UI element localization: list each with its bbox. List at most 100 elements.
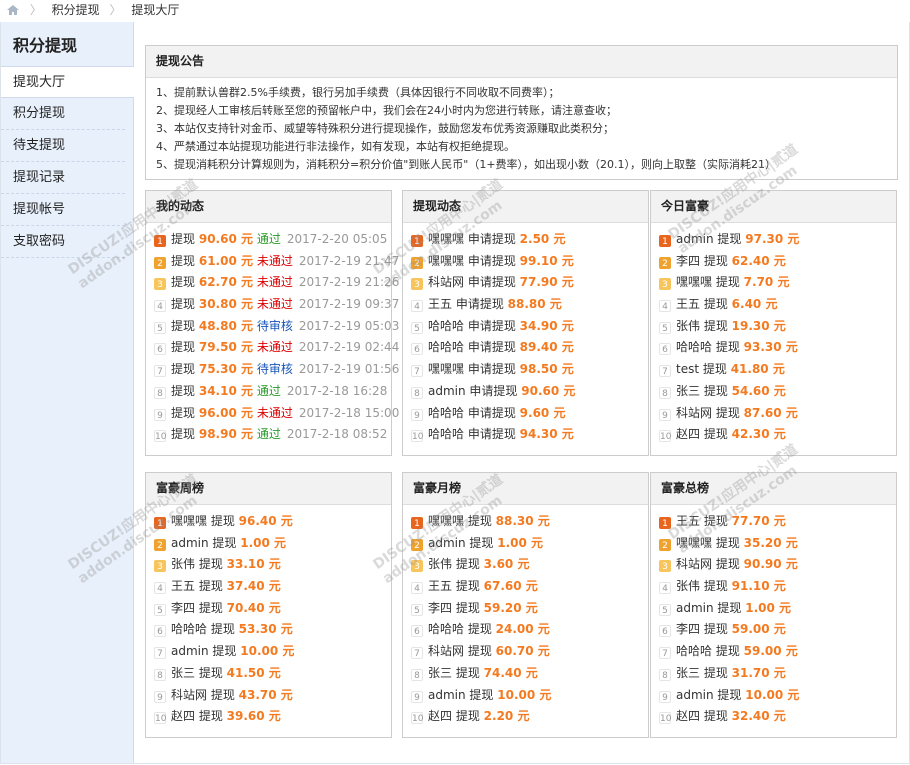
main-content: 提现公告 1、提前默认兽群2.5%手续费，银行另加手续费（具体因银行不同收取不同…: [134, 22, 909, 763]
today-rich-list: 1 admin 提现 97.30 元 2 李四 提现 62.40 元 3 嘿嘿嘿 提现 7…: [651, 223, 896, 446]
sidebar-item-accounts[interactable]: 提现帐号: [1, 194, 125, 226]
rank-badge: 6: [411, 343, 423, 356]
rank-badge: 1: [154, 517, 166, 529]
breadcrumb-item-1[interactable]: 积分提现: [52, 3, 100, 17]
my-activity-list: 1 提现 90.60 元 通过 2017-2-20 05:05 2 提现 61.00 元…: [146, 223, 399, 446]
item-text: 张伟 提现: [428, 557, 480, 572]
list-item: 6 哈哈哈 申请提现 89.40 元: [411, 337, 648, 359]
item-text: 提现: [171, 383, 196, 398]
list-item: 8 admin 申请提现 90.60 元: [411, 381, 648, 403]
rank-badge: 4: [154, 300, 166, 313]
item-amount: 62.70 元: [198, 275, 253, 290]
list-item: 1 王五 提现 77.70 元: [659, 511, 896, 533]
item-amount: 10.00 元: [240, 644, 295, 659]
month-rich-panel: 富豪月榜 1 嘿嘿嘿 提现 88.30 元 2 admin 提现 1.00 元 3 张伟 …: [402, 472, 649, 738]
status-badge: 未通过: [256, 340, 293, 355]
item-amount: 1.00 元: [240, 535, 287, 550]
notice-line: 1、提前默认兽群2.5%手续费，银行另加手续费（具体因银行不同收取不同费率）；: [156, 86, 560, 99]
sidebar-item-records[interactable]: 提现记录: [1, 162, 125, 194]
list-item: 10 赵四 提现 32.40 元: [659, 706, 896, 728]
item-amount: 60.70 元: [495, 644, 550, 659]
item-amount: 41.50 元: [226, 665, 281, 680]
list-item: 4 王五 提现 6.40 元: [659, 294, 896, 316]
home-icon[interactable]: [6, 4, 20, 16]
rank-badge: 8: [154, 668, 166, 681]
sidebar-item-hall[interactable]: 提现大厅: [1, 66, 134, 98]
item-amount: 1.00 元: [497, 535, 544, 550]
sidebar-item-pending[interactable]: 待支提现: [1, 130, 125, 162]
item-text: 哈哈哈 申请提现: [428, 405, 516, 420]
list-item: 1 嘿嘿嘿 提现 96.40 元: [154, 511, 391, 533]
item-text: 嘿嘿嘿 提现: [676, 535, 740, 550]
item-amount: 3.60 元: [483, 557, 530, 572]
item-text: admin 提现: [171, 644, 237, 659]
list-item: 1 嘿嘿嘿 提现 88.30 元: [411, 511, 648, 533]
item-text: 提现: [171, 362, 196, 377]
item-text: admin 提现: [676, 600, 742, 615]
item-amount: 59.00 元: [743, 644, 798, 659]
rank-badge: 9: [659, 408, 671, 421]
rank-badge: 6: [411, 625, 423, 638]
item-text: admin 提现: [428, 535, 494, 550]
item-amount: 41.80 元: [730, 362, 785, 377]
sidebar-item-withdraw[interactable]: 积分提现: [1, 98, 125, 130]
rank-badge: 4: [154, 582, 166, 595]
item-amount: 90.90 元: [743, 557, 798, 572]
month-rich-list: 1 嘿嘿嘿 提现 88.30 元 2 admin 提现 1.00 元 3 张伟 提现 3.…: [403, 505, 648, 728]
item-text: 科站网 提现: [676, 557, 740, 572]
item-text: 李四 提现: [676, 622, 728, 637]
list-item: 5 提现 48.80 元 待审核 2017-2-19 05:03: [154, 316, 399, 338]
rank-badge: 5: [411, 321, 423, 334]
rank-badge: 8: [411, 668, 423, 681]
item-amount: 19.30 元: [731, 318, 786, 333]
list-item: 3 张伟 提现 33.10 元: [154, 554, 391, 576]
panel-title: 今日富豪: [651, 191, 896, 223]
rank-badge: 3: [411, 560, 423, 573]
item-amount: 98.90 元: [198, 427, 253, 442]
panel-title: 我的动态: [146, 191, 391, 223]
rank-badge: 8: [659, 668, 671, 681]
item-text: 哈哈哈 提现: [676, 340, 740, 355]
item-text: 嘿嘿嘿 提现: [428, 514, 492, 528]
item-amount: 10.00 元: [497, 687, 552, 702]
notice-panel: 提现公告 1、提前默认兽群2.5%手续费，银行另加手续费（具体因银行不同收取不同…: [145, 45, 898, 180]
item-text: 科站网 申请提现: [428, 275, 516, 290]
list-item: 7 科站网 提现 60.70 元: [411, 641, 648, 663]
item-text: 哈哈哈 提现: [428, 622, 492, 637]
item-text: 科站网 提现: [428, 644, 492, 659]
list-item: 2 李四 提现 62.40 元: [659, 251, 896, 273]
sidebar-item-password[interactable]: 支取密码: [1, 226, 125, 258]
list-item: 10 赵四 提现 39.60 元: [154, 706, 391, 728]
panel-title: 富豪周榜: [146, 473, 391, 505]
item-date: 2017-2-20 05:05: [286, 232, 388, 246]
item-text: 赵四 提现: [676, 427, 728, 442]
list-item: 3 嘿嘿嘿 提现 7.70 元: [659, 272, 896, 294]
list-item: 3 提现 62.70 元 未通过 2017-2-19 21:26: [154, 272, 399, 294]
item-text: 张三 提现: [428, 665, 480, 680]
notice-line: 5、提现消耗积分计算规则为，消耗积分=积分价值"到账人民币"（1+费率），如出现…: [156, 158, 777, 171]
rank-badge: 8: [411, 386, 423, 399]
list-item: 2 嘿嘿嘿 申请提现 99.10 元: [411, 251, 648, 273]
rank-badge: 9: [154, 690, 166, 703]
breadcrumb-item-2[interactable]: 提现大厅: [131, 3, 179, 17]
item-text: 提现: [171, 232, 196, 246]
list-item: 3 科站网 提现 90.90 元: [659, 554, 896, 576]
item-amount: 33.10 元: [226, 557, 281, 572]
item-amount: 6.40 元: [731, 297, 778, 312]
rank-badge: 4: [659, 300, 671, 313]
rank-badge: 6: [154, 343, 166, 356]
list-item: 9 admin 提现 10.00 元: [411, 685, 648, 707]
item-amount: 2.20 元: [483, 709, 530, 724]
list-item: 10 赵四 提现 42.30 元: [659, 424, 896, 446]
withdraw-activity-list: 1 嘿嘿嘿 申请提现 2.50 元 2 嘿嘿嘿 申请提现 99.10 元 3 科站网 申请…: [403, 223, 648, 446]
list-item: 6 哈哈哈 提现 53.30 元: [154, 619, 391, 641]
item-amount: 74.40 元: [483, 665, 538, 680]
item-text: 王五 申请提现: [428, 297, 504, 312]
item-text: 王五 提现: [428, 579, 480, 594]
notice-body: 1、提前默认兽群2.5%手续费，银行另加手续费（具体因银行不同收取不同费率）； …: [146, 78, 897, 174]
list-item: 4 王五 申请提现 88.80 元: [411, 294, 648, 316]
item-text: admin 提现: [171, 535, 237, 550]
withdraw-activity-panel: 提现动态 1 嘿嘿嘿 申请提现 2.50 元 2 嘿嘿嘿 申请提现 99.10 元 3科…: [402, 190, 649, 456]
item-text: 哈哈哈 申请提现: [428, 427, 516, 442]
rank-badge: 6: [659, 625, 671, 638]
